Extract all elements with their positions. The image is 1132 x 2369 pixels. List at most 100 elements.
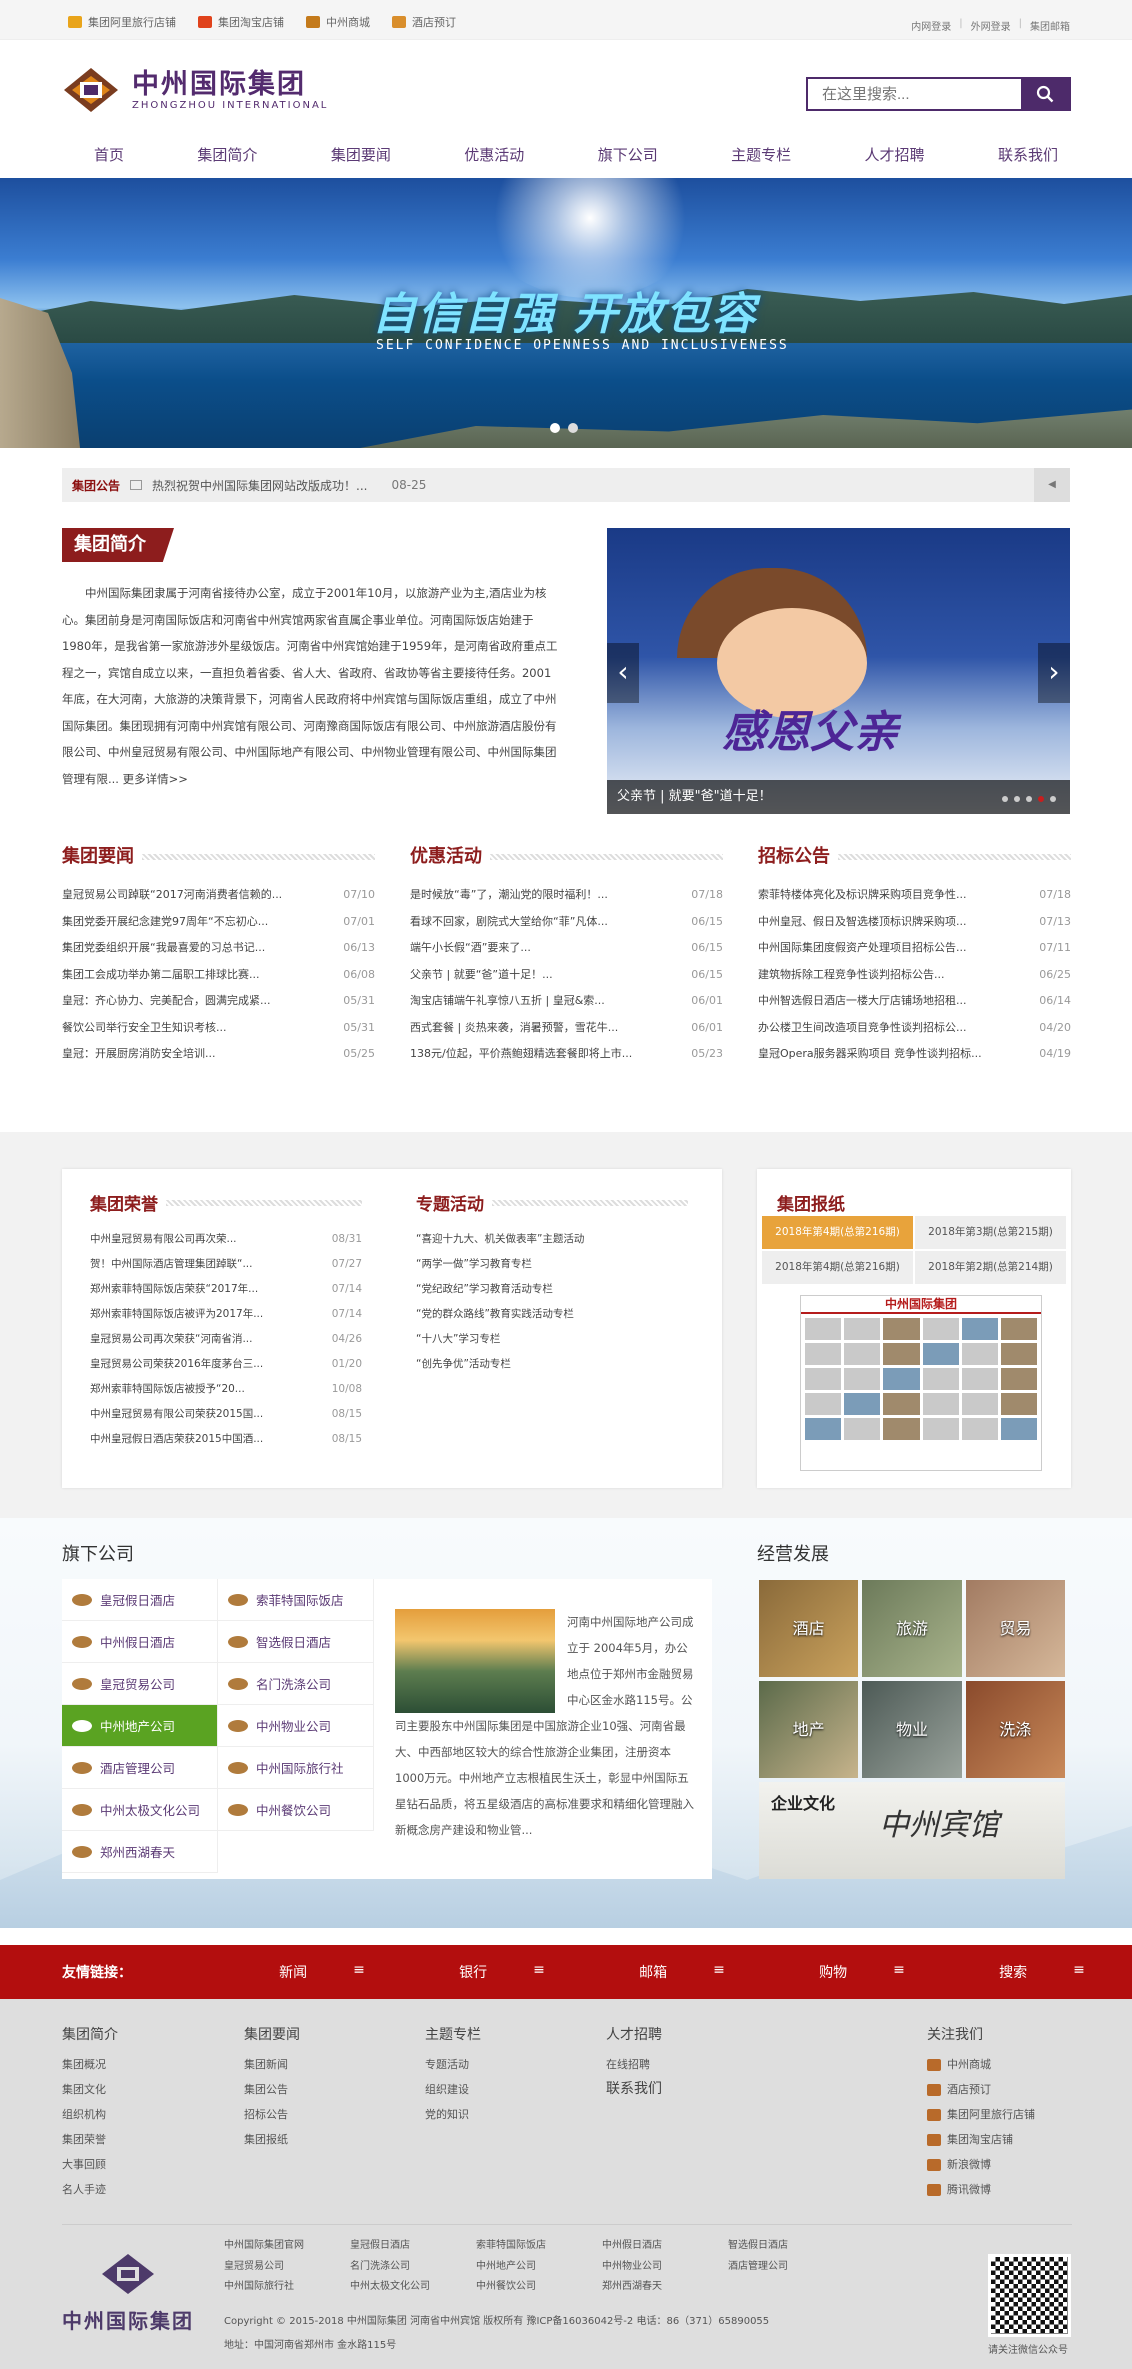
company-item[interactable]: 郑州西湖春天 [62, 1831, 218, 1873]
slide-dot[interactable] [1014, 796, 1020, 802]
list-item[interactable]: 西式套餐 | 炎热来袭，消暑预警，雪花牛... 06/01 [410, 1015, 723, 1042]
list-item[interactable]: 餐饮公司举行安全卫生知识考核... 05/31 [62, 1015, 375, 1042]
promo-slideshow[interactable]: 感恩父亲 ‹ › 父亲节 | 就要"爸"道十足！ [607, 528, 1070, 814]
list-item[interactable]: 淘宝店铺端午礼享惊八五折 | 皇冠&索... 06/01 [410, 988, 723, 1015]
links-mail[interactable]: 邮箱 ≡ [592, 1962, 772, 1982]
list-item[interactable]: 集团工会成功举办第二届职工排球比赛... 06/08 [62, 962, 375, 989]
list-item[interactable]: “创先争优”活动专栏 [416, 1352, 688, 1377]
list-item[interactable]: 是时候放“毒”了，潮汕党的限时福利！... 07/18 [410, 882, 723, 909]
top-link-alitrip[interactable]: 集团阿里旅行店铺 [68, 14, 176, 30]
company-item[interactable]: 中州假日酒店 [62, 1621, 218, 1663]
paper-tab[interactable]: 2018年第2期(总第214期) [915, 1251, 1066, 1284]
footer-subsidiary-link[interactable]: 郑州西湖春天 [602, 2277, 728, 2298]
list-item[interactable]: 集团概况 [62, 2052, 118, 2077]
list-item[interactable]: 集团阿里旅行店铺 [927, 2102, 1035, 2127]
banner-dot[interactable] [550, 423, 560, 433]
company-item[interactable]: 皇冠贸易公司 [62, 1663, 218, 1705]
paper-tab[interactable]: 2018年第4期(总第216期) [762, 1216, 913, 1249]
links-news[interactable]: 新闻 ≡ [232, 1962, 412, 1982]
list-item[interactable]: 腾讯微博 [927, 2177, 1035, 2202]
slide-next-icon[interactable]: › [1038, 643, 1070, 703]
footer-contact-link[interactable]: 联系我们 [606, 2081, 662, 2097]
dev-tile-property[interactable]: 物业 [862, 1681, 962, 1778]
list-item[interactable]: 中州智选假日酒店一楼大厅店铺场地招租... 06/14 [758, 988, 1071, 1015]
list-item[interactable]: 端午小长假“酒”要来了... 06/15 [410, 935, 723, 962]
nav-about[interactable]: 集团简介 [183, 144, 271, 165]
nav-promotions[interactable]: 优惠活动 [450, 144, 538, 165]
footer-subsidiary-link[interactable]: 酒店管理公司 [728, 2257, 854, 2278]
links-bank[interactable]: 银行 ≡ [412, 1962, 592, 1982]
list-item[interactable]: 郑州索菲特国际饭店被评为2017年... 07/14 [90, 1302, 362, 1327]
list-item[interactable]: 集团文化 [62, 2077, 118, 2102]
list-item[interactable]: 中州皇冠、假日及智选楼顶标识牌采购项... 07/13 [758, 909, 1071, 936]
list-item[interactable]: 新浪微博 [927, 2152, 1035, 2177]
dev-tile-hotel[interactable]: 酒店 [759, 1580, 859, 1677]
list-item[interactable]: 中州皇冠假日酒店荣获2015中国酒... 08/15 [90, 1427, 362, 1452]
dev-tile-laundry[interactable]: 洗涤 [965, 1681, 1065, 1778]
list-item[interactable]: “党纪政纪”学习教育活动专栏 [416, 1277, 688, 1302]
list-item[interactable]: 皇冠：开展厨房消防安全培训... 05/25 [62, 1041, 375, 1068]
list-item[interactable]: 皇冠贸易公司荣获2016年度茅台三... 01/20 [90, 1352, 362, 1377]
intranet-login[interactable]: 内网登录 [911, 18, 951, 33]
list-item[interactable]: 138元/位起，平价燕鲍翅精选套餐即将上市... 05/23 [410, 1041, 723, 1068]
group-mail[interactable]: 集团邮箱 [1030, 18, 1070, 33]
footer-subsidiary-link[interactable]: 中州国际集团官网 [224, 2236, 350, 2257]
footer-subsidiary-link[interactable]: 中州地产公司 [476, 2257, 602, 2278]
list-item[interactable]: 皇冠贸易公司踔联“2017河南消费者信赖的... 07/10 [62, 882, 375, 909]
paper-tab[interactable]: 2018年第3期(总第215期) [915, 1216, 1066, 1249]
site-logo[interactable]: 中州国际集团 ZHONGZHOU INTERNATIONAL [62, 66, 328, 114]
list-item[interactable]: 集团党委开展纪念建党97周年“不忘初心... 07/01 [62, 909, 375, 936]
list-item[interactable]: 专题活动 [425, 2052, 481, 2077]
footer-subsidiary-link[interactable]: 皇冠贸易公司 [224, 2257, 350, 2278]
dev-tile-travel[interactable]: 旅游 [862, 1580, 962, 1677]
footer-subsidiary-link[interactable]: 中州餐饮公司 [476, 2277, 602, 2298]
list-item[interactable]: “两学一做”学习教育专栏 [416, 1252, 688, 1277]
list-item[interactable]: 中州商城 [927, 2052, 1035, 2077]
top-link-hotel[interactable]: 酒店预订 [392, 14, 456, 30]
footer-link[interactable]: 在线招聘 [606, 2052, 662, 2077]
list-item[interactable]: 组织机构 [62, 2102, 118, 2127]
list-item[interactable]: 组织建设 [425, 2077, 481, 2102]
list-item[interactable]: 集团荣誉 [62, 2127, 118, 2152]
list-item[interactable]: 名人手迹 [62, 2177, 118, 2202]
notice-text[interactable]: 热烈祝贺中州国际集团网站改版成功！... [152, 477, 367, 494]
links-shopping[interactable]: 购物 ≡ [772, 1962, 952, 1982]
intro-more-link[interactable]: 更多详情>> [123, 772, 188, 786]
slide-dot[interactable] [1050, 796, 1056, 802]
slide-dot[interactable] [1038, 796, 1044, 802]
list-item[interactable]: 建筑物拆除工程竞争性谈判招标公告... 06/25 [758, 962, 1071, 989]
newspaper-preview[interactable]: 中州国际集团 [800, 1295, 1042, 1471]
list-item[interactable]: 招标公告 [244, 2102, 300, 2127]
list-item[interactable]: 父亲节 | 就要“爸”道十足！... 06/15 [410, 962, 723, 989]
slide-dot[interactable] [1002, 796, 1008, 802]
footer-subsidiary-link[interactable]: 中州太极文化公司 [350, 2277, 476, 2298]
search-input[interactable] [808, 79, 1021, 109]
nav-contact[interactable]: 联系我们 [984, 144, 1072, 165]
list-item[interactable]: 集团新闻 [244, 2052, 300, 2077]
nav-careers[interactable]: 人才招聘 [851, 144, 939, 165]
top-link-mall[interactable]: 中州商城 [306, 14, 370, 30]
slide-dot[interactable] [1026, 796, 1032, 802]
search-button[interactable] [1021, 79, 1069, 109]
company-item[interactable]: 智选假日酒店 [218, 1621, 374, 1663]
list-item[interactable]: 集团淘宝店铺 [927, 2127, 1035, 2152]
list-item[interactable]: 大事回顾 [62, 2152, 118, 2177]
list-item[interactable]: 集团报纸 [244, 2127, 300, 2152]
list-item[interactable]: 中州皇冠贸易有限公司荣获2015国... 08/15 [90, 1402, 362, 1427]
list-item[interactable]: 贺！中州国际酒店管理集团踔联“... 07/27 [90, 1252, 362, 1277]
footer-subsidiary-link[interactable]: 皇冠假日酒店 [350, 2236, 476, 2257]
list-item[interactable]: 酒店预订 [927, 2077, 1035, 2102]
hero-banner[interactable]: 自信自强 开放包容 SELF CONFIDENCE OPENNESS AND I… [0, 178, 1132, 448]
company-item[interactable]: 皇冠假日酒店 [62, 1579, 218, 1621]
footer-subsidiary-link[interactable]: 中州假日酒店 [602, 2236, 728, 2257]
extranet-login[interactable]: 外网登录 [971, 18, 1011, 33]
footer-subsidiary-link[interactable]: 名门洗涤公司 [350, 2257, 476, 2278]
list-item[interactable]: 集团公告 [244, 2077, 300, 2102]
list-item[interactable]: 党的知识 [425, 2102, 481, 2127]
paper-tab[interactable]: 2018年第4期(总第216期) [762, 1251, 913, 1284]
top-link-taobao[interactable]: 集团淘宝店铺 [198, 14, 284, 30]
list-item[interactable]: 中州皇冠贸易有限公司再次荣... 08/31 [90, 1227, 362, 1252]
list-item[interactable]: “十八大”学习专栏 [416, 1327, 688, 1352]
company-item[interactable]: 中州国际旅行社 [218, 1747, 374, 1789]
nav-subsidiaries[interactable]: 旗下公司 [584, 144, 672, 165]
